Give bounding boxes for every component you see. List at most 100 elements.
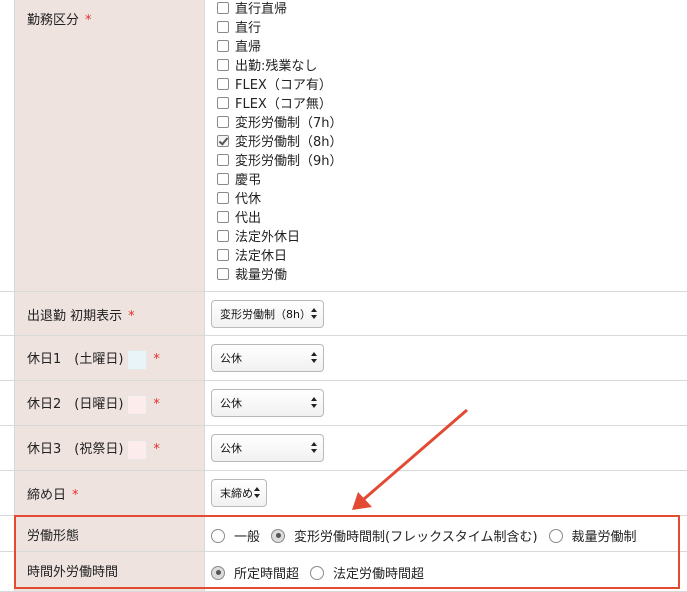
checkbox-icon[interactable] bbox=[217, 248, 229, 261]
checkbox-icon[interactable] bbox=[217, 1, 229, 14]
checkbox-icon[interactable] bbox=[217, 210, 229, 223]
overtime-radio-group: 所定時間超 法定労働時間超 bbox=[211, 563, 435, 582]
overtime-option[interactable]: 法定労働時間超 bbox=[310, 563, 424, 582]
checkbox-icon[interactable] bbox=[217, 229, 229, 242]
holiday1-label: 休日1 (土曜日) * bbox=[27, 348, 160, 370]
holiday2-select[interactable]: 公休 bbox=[211, 389, 324, 417]
work-category-option-label: 出勤:残業なし bbox=[235, 59, 318, 74]
holiday2-selected-text: 公休 bbox=[220, 397, 242, 410]
checkbox-icon[interactable] bbox=[217, 191, 229, 204]
checkbox-icon[interactable] bbox=[217, 115, 229, 128]
radio-icon[interactable] bbox=[310, 565, 325, 580]
closing-day-select[interactable]: 末締め bbox=[211, 479, 267, 507]
work-category-option[interactable]: 代出 bbox=[217, 207, 261, 226]
checkbox-icon[interactable] bbox=[217, 172, 229, 185]
work-category-option[interactable]: 直帰 bbox=[217, 36, 261, 55]
overtime-row: 時間外労働時間 所定時間超 法定労働時間超 bbox=[0, 552, 687, 592]
holiday1-value: 公休 bbox=[206, 336, 687, 380]
holiday3-select[interactable]: 公休 bbox=[211, 434, 324, 462]
radio-selected-icon[interactable] bbox=[211, 565, 225, 580]
work-category-option[interactable]: 直行直帰 bbox=[217, 0, 287, 17]
work-category-option[interactable]: 法定外休日 bbox=[217, 226, 300, 245]
closing-day-label-cell: 締め日 * bbox=[14, 471, 205, 515]
work-category-option[interactable]: FLEX（コア無） bbox=[217, 93, 332, 112]
labor-type-option[interactable]: 一般 bbox=[211, 526, 260, 545]
closing-day-row: 締め日 * 末締め bbox=[0, 471, 687, 516]
overtime-option[interactable]: 所定時間超 bbox=[211, 563, 299, 582]
closing-day-label: 締め日 * bbox=[27, 488, 79, 503]
holiday1-row: 休日1 (土曜日) * 公休 bbox=[0, 336, 687, 381]
work-category-option-label: 変形労働制（9h） bbox=[235, 154, 343, 169]
labor-type-option-label: 一般 bbox=[234, 530, 261, 545]
labor-type-label-cell: 労働形態 bbox=[14, 516, 205, 551]
checkbox-icon[interactable] bbox=[217, 153, 229, 166]
work-category-option[interactable]: 代休 bbox=[217, 188, 261, 207]
radio-selected-icon[interactable] bbox=[271, 528, 286, 543]
holiday2-label: 休日2 (日曜日) * bbox=[27, 393, 160, 415]
work-category-option-label: 変形労働制（7h） bbox=[235, 116, 343, 131]
radio-icon[interactable] bbox=[548, 528, 563, 543]
labor-type-row: 労働形態 一般 変形労働時間制(フレックスタイム制含む) 裁量労働制 bbox=[0, 516, 687, 552]
select-arrows-icon bbox=[311, 352, 318, 364]
labor-type-option[interactable]: 変形労働時間制(フレックスタイム制含む) bbox=[271, 526, 538, 545]
work-category-option[interactable]: 法定休日 bbox=[217, 245, 287, 264]
work-category-option[interactable]: FLEX（コア有） bbox=[217, 74, 332, 93]
attendance-default-value: 変形労働制（8h） bbox=[206, 292, 687, 335]
holiday2-label-cell: 休日2 (日曜日) * bbox=[14, 381, 205, 425]
work-category-option[interactable]: 変形労働制（9h） bbox=[217, 150, 343, 169]
holiday3-value: 公休 bbox=[206, 426, 687, 470]
work-category-option[interactable]: 変形労働制（8h） bbox=[217, 131, 343, 150]
overtime-label-cell: 時間外労働時間 bbox=[14, 552, 205, 591]
select-arrows-icon bbox=[254, 487, 261, 499]
labor-type-option-label: 変形労働時間制(フレックスタイム制含む) bbox=[294, 530, 538, 545]
checkbox-icon[interactable] bbox=[217, 58, 229, 71]
holiday3-row: 休日3 (祝祭日) * 公休 bbox=[0, 426, 687, 471]
select-arrows-icon bbox=[311, 397, 318, 409]
work-category-option-label: 法定外休日 bbox=[235, 230, 301, 245]
work-category-option-label: 直行直帰 bbox=[235, 2, 288, 17]
checkbox-icon[interactable] bbox=[217, 20, 229, 33]
holiday1-label-cell: 休日1 (土曜日) * bbox=[14, 336, 205, 380]
checkbox-checked-icon[interactable] bbox=[217, 134, 229, 147]
attendance-default-label: 出退勤 初期表示 * bbox=[27, 309, 135, 324]
holiday1-color-swatch[interactable] bbox=[127, 349, 148, 370]
holiday3-color-swatch[interactable] bbox=[127, 439, 148, 460]
labor-type-option-label: 裁量労働制 bbox=[571, 530, 637, 545]
work-category-option[interactable]: 出勤:残業なし bbox=[217, 55, 317, 74]
holiday1-selected-text: 公休 bbox=[220, 352, 242, 365]
work-category-option-label: 代出 bbox=[235, 211, 262, 226]
work-category-option-label: 法定休日 bbox=[235, 249, 288, 264]
radio-icon[interactable] bbox=[211, 528, 225, 543]
holiday3-label: 休日3 (祝祭日) * bbox=[27, 438, 160, 460]
labor-type-value: 一般 変形労働時間制(フレックスタイム制含む) 裁量労働制 bbox=[206, 516, 687, 551]
checkbox-icon[interactable] bbox=[217, 77, 229, 90]
work-category-option[interactable]: 慶弔 bbox=[217, 169, 261, 188]
holiday2-row: 休日2 (日曜日) * 公休 bbox=[0, 381, 687, 426]
work-category-option[interactable]: 直行 bbox=[217, 17, 261, 36]
closing-day-value: 末締め bbox=[206, 471, 687, 515]
labor-type-radio-group: 一般 変形労働時間制(フレックスタイム制含む) 裁量労働制 bbox=[211, 526, 648, 545]
work-category-option-label: FLEX（コア無） bbox=[235, 97, 332, 112]
overtime-label: 時間外労働時間 bbox=[27, 565, 119, 580]
checkbox-icon[interactable] bbox=[217, 39, 229, 52]
checkbox-icon[interactable] bbox=[217, 96, 229, 109]
checkbox-icon[interactable] bbox=[217, 267, 229, 280]
work-category-option-label: 直行 bbox=[235, 21, 262, 36]
work-category-option[interactable]: 変形労働制（7h） bbox=[217, 112, 343, 131]
work-category-option-label: 変形労働制（8h） bbox=[235, 135, 343, 150]
work-category-label-cell: 勤務区分 * bbox=[14, 0, 205, 291]
overtime-option-label: 法定労働時間超 bbox=[333, 567, 425, 582]
attendance-default-selected-text: 変形労働制（8h） bbox=[220, 308, 311, 321]
work-category-option[interactable]: 裁量労働 bbox=[217, 264, 287, 283]
attendance-default-select[interactable]: 変形労働制（8h） bbox=[211, 300, 324, 328]
labor-type-option[interactable]: 裁量労働制 bbox=[548, 526, 637, 545]
holiday2-color-swatch[interactable] bbox=[127, 394, 148, 415]
work-category-option-label: 直帰 bbox=[235, 40, 262, 55]
holiday1-select[interactable]: 公休 bbox=[211, 344, 324, 372]
attendance-default-label-cell: 出退勤 初期表示 * bbox=[14, 292, 205, 335]
select-arrows-icon bbox=[311, 442, 318, 454]
work-category-option-label: 慶弔 bbox=[235, 173, 262, 188]
work-category-option-label: 代休 bbox=[235, 192, 262, 207]
work-category-row: 勤務区分 * 直行直帰 直行 直帰 出勤:残業なし FLEX（コア有） FLEX（コア無）変… bbox=[0, 0, 687, 292]
holiday3-label-cell: 休日3 (祝祭日) * bbox=[14, 426, 205, 470]
